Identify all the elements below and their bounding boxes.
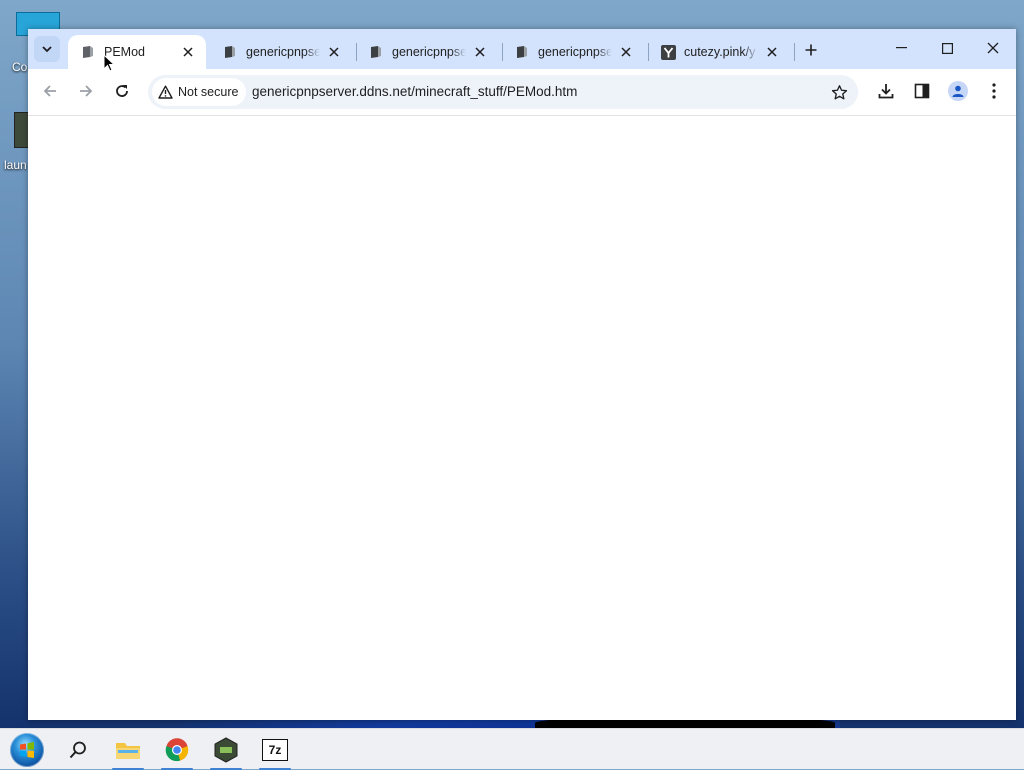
warning-triangle-icon [158,85,173,99]
desktop-icon-label: laun [4,158,27,172]
arrow-left-icon [43,85,56,97]
taskbar-7zip[interactable]: 7z [255,733,295,770]
file-explorer-icon [116,743,140,759]
minimize-button[interactable] [878,29,924,67]
file-page-icon [368,44,384,60]
star-icon [831,84,847,99]
back-button[interactable] [36,77,64,105]
tab-separator [794,43,795,61]
forward-button[interactable] [72,77,100,105]
chevron-down-icon [42,46,52,53]
tab-pemod[interactable]: PEMod [68,35,206,69]
tab-genericpnpserver[interactable]: genericpnpserver [356,35,498,69]
minecraft-launcher-icon [214,737,238,763]
avatar [948,81,968,101]
minimize-icon [895,47,907,49]
close-icon[interactable] [180,44,196,60]
browser-window: PEMod genericpnpserver genericpnpserver [28,29,1016,720]
url-text[interactable]: genericpnpserver.ddns.net/minecraft_stuf… [252,84,577,99]
downloads-button[interactable] [872,77,900,105]
close-icon[interactable] [618,44,634,60]
page-content[interactable] [28,116,1016,720]
windows-logo-icon [10,733,44,767]
tab-strip: PEMod genericpnpserver genericpnpserver [28,29,1016,69]
plus-icon [805,44,817,56]
y-logo-icon [660,44,676,60]
7zip-label: 7z [268,743,282,757]
chrome-icon [165,738,189,762]
7zip-icon: 7z [262,739,288,761]
taskbar-minecraft-launcher[interactable] [206,733,246,770]
taskbar-chrome[interactable] [157,733,197,770]
close-icon[interactable] [326,44,342,60]
maximize-icon [941,42,953,54]
close-window-button[interactable] [970,29,1016,67]
side-panel-icon [914,83,930,99]
file-page-icon [80,44,96,60]
tab-title: genericpnpserver [246,45,320,59]
security-label: Not secure [178,85,239,99]
file-page-icon [514,44,530,60]
start-button[interactable] [7,733,47,767]
maximize-button[interactable] [924,29,970,67]
taskbar: 7z [0,728,1024,770]
tab-title: genericpnpserver [538,45,612,59]
file-page-icon [222,44,238,60]
desktop-icon-label: Co [12,60,28,74]
tab-genericpnpserver[interactable]: genericpnpserver [502,35,644,69]
reload-button[interactable] [108,77,136,105]
mouse-cursor-icon [103,54,115,72]
bookmark-button[interactable] [828,81,850,103]
more-vert-icon [992,83,996,99]
taskbar-file-explorer[interactable] [108,733,148,770]
search-button[interactable] [58,733,98,767]
search-icon [69,741,86,759]
arrow-right-icon [80,85,93,97]
download-icon [878,84,894,99]
menu-button[interactable] [980,77,1008,105]
tab-title: genericpnpserver [392,45,466,59]
person-icon [952,85,964,97]
close-icon[interactable] [764,44,780,60]
profile-button[interactable] [944,77,972,105]
new-tab-button[interactable] [800,39,822,61]
tab-genericpnpserver[interactable]: genericpnpserver [210,35,352,69]
tab-title: cutezy.pink/y [684,45,756,59]
close-icon [987,42,999,54]
close-icon[interactable] [472,44,488,60]
tab-search-button[interactable] [34,36,60,62]
reload-icon [116,85,128,97]
browser-toolbar: Not secure genericpnpserver.ddns.net/min… [28,69,1016,116]
security-chip[interactable]: Not secure [152,78,247,106]
side-panel-button[interactable] [908,77,936,105]
tab-cutezy[interactable]: cutezy.pink/y [648,35,790,69]
address-bar[interactable]: Not secure genericpnpserver.ddns.net/min… [148,75,858,109]
